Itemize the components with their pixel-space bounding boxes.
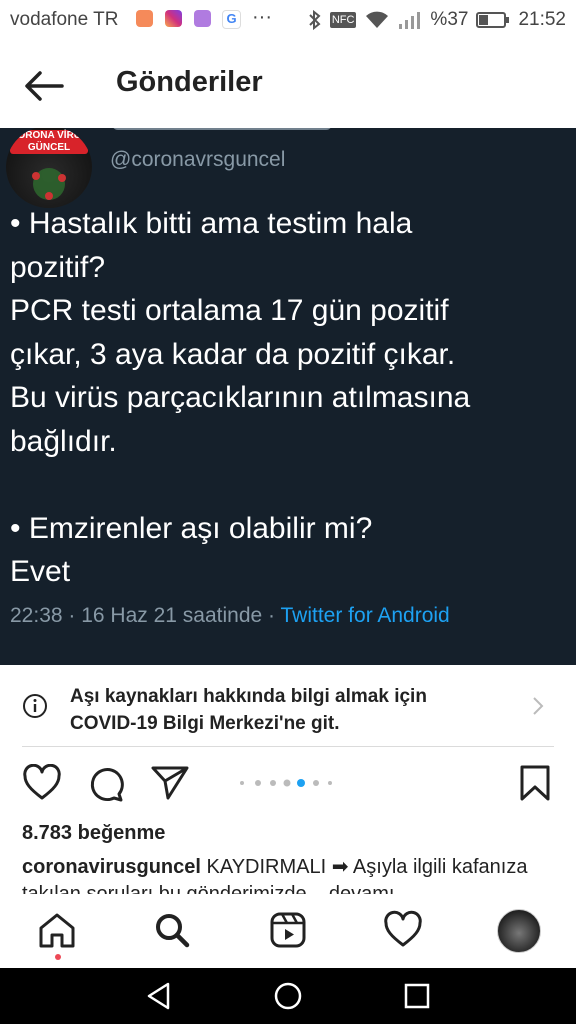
google-notification-icon: G xyxy=(222,10,241,29)
tweet-display-name xyxy=(112,128,332,130)
instagram-notification-icon xyxy=(165,10,182,27)
profile-avatar[interactable] xyxy=(497,909,541,953)
mail-notification-icon xyxy=(136,10,153,27)
tweet-source: Twitter for Android xyxy=(280,604,450,627)
carrier-name: vodafone TR xyxy=(10,9,119,30)
heart-icon[interactable] xyxy=(383,910,423,950)
tweet-time: 22:38 xyxy=(10,604,63,627)
more-notifications: ··· xyxy=(252,6,272,28)
nfc-icon: NFC xyxy=(329,12,357,28)
tweet-meta: 22:38 · 16 Haz 21 saatinde · Twitter for… xyxy=(10,604,450,627)
like-count[interactable]: 8.783 beğenme xyxy=(22,822,165,845)
share-icon[interactable] xyxy=(150,764,190,802)
gallery-notification-icon xyxy=(194,10,211,27)
comment-icon[interactable] xyxy=(86,764,126,804)
bluetooth-icon xyxy=(309,9,321,31)
signal-icon xyxy=(399,12,421,29)
post-caption[interactable]: coronavirusguncel KAYDIRMALI ➡ Aşıyla il… xyxy=(22,854,562,894)
post-image[interactable]: CORONA VİRÜS GÜNCEL @coronavrsguncel • H… xyxy=(0,128,576,665)
chevron-right-icon xyxy=(533,697,544,715)
bookmark-icon[interactable] xyxy=(518,764,552,802)
home-icon[interactable] xyxy=(37,910,77,950)
divider xyxy=(22,746,554,747)
page-title: Gönderiler xyxy=(116,66,263,98)
home-circle-icon[interactable] xyxy=(273,981,303,1011)
reels-icon[interactable] xyxy=(268,910,308,950)
covid-info-banner[interactable]: Aşı kaynakları hakkında bilgi almak için… xyxy=(0,665,576,747)
clock: 21:52 xyxy=(518,9,566,30)
back-button[interactable] xyxy=(20,66,68,106)
bottom-nav xyxy=(0,896,576,968)
info-icon xyxy=(23,694,47,718)
carousel-dots xyxy=(240,779,332,787)
battery-icon xyxy=(476,12,510,28)
tweet-date: 16 Haz 21 saatinde xyxy=(81,604,263,627)
like-icon[interactable] xyxy=(22,764,62,802)
tweet-handle: @coronavrsguncel xyxy=(110,148,286,171)
arrow-left-icon xyxy=(25,71,64,101)
recents-square-icon[interactable] xyxy=(402,981,432,1011)
notification-dot xyxy=(55,954,61,960)
banner-line-2: COVID-19 Bilgi Merkezi'ne git. xyxy=(70,713,340,734)
caption-username[interactable]: coronavirusguncel xyxy=(22,856,201,878)
status-bar: vodafone TR G ··· NFC %37 21:52 xyxy=(0,0,576,40)
virus-icon xyxy=(32,168,66,200)
app-header: Gönderiler xyxy=(0,40,576,128)
battery-percent: %37 xyxy=(430,9,469,30)
back-triangle-icon[interactable] xyxy=(144,981,174,1011)
search-icon[interactable] xyxy=(152,910,192,950)
banner-line-1: Aşı kaynakları hakkında bilgi almak için xyxy=(70,686,427,707)
tweet-avatar: CORONA VİRÜS GÜNCEL xyxy=(6,128,92,208)
wifi-icon xyxy=(366,11,389,28)
system-navigation-bar xyxy=(0,968,576,1024)
tweet-text: • Hastalık bitti ama testim hala pozitif… xyxy=(10,207,471,588)
